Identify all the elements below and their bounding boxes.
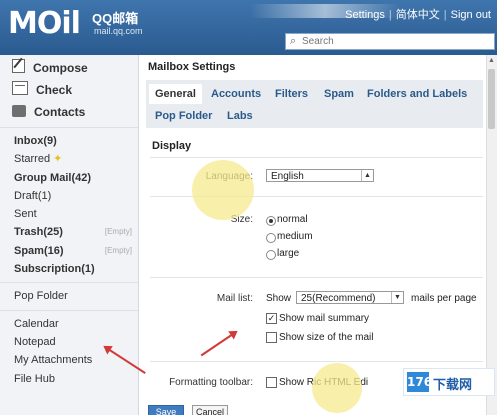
show-label: Show (266, 293, 292, 304)
contacts-icon (12, 105, 26, 117)
scrollbar[interactable]: ▲ (486, 55, 497, 415)
pop-section: Pop Folder (0, 283, 138, 311)
cancel-button[interactable]: Cancel (192, 405, 228, 415)
folder-label: Sent (14, 208, 37, 221)
page-title: Mailbox Settings (148, 61, 236, 73)
show-summary-label: Show mail summary (279, 313, 370, 324)
language-select[interactable]: English ▲ (266, 169, 374, 182)
tool-calendar[interactable]: Calendar (0, 315, 138, 333)
show-size-label: Show size of the mail (279, 332, 374, 343)
folder-starred[interactable]: Starred ✦ (0, 150, 138, 168)
size-normal-radio[interactable] (266, 216, 276, 226)
divider (150, 157, 483, 158)
tab-general[interactable]: General (149, 84, 202, 104)
divider (150, 277, 483, 278)
logo-subtitle: QQ邮箱 (92, 11, 139, 26)
folder-pop[interactable]: Pop Folder (0, 287, 138, 305)
mails-per-page-value: 25(Recommend) (301, 293, 376, 304)
save-button[interactable]: Save (148, 405, 184, 415)
watermark-text: 下载网 (433, 378, 473, 393)
size-large-radio[interactable] (266, 250, 276, 260)
settings-link[interactable]: Settings (345, 9, 385, 21)
tab-accounts[interactable]: Accounts (205, 84, 267, 104)
formatting-toolbar-label: Formatting toolbar: (169, 377, 253, 388)
compose-label: Compose (33, 61, 88, 75)
app-header: MOil QQ邮箱 mail.qq.com Settings | 简体中文 | Sign… (0, 0, 497, 55)
size-medium-label: medium (277, 231, 313, 242)
divider (150, 361, 483, 362)
contacts-button[interactable]: Contacts (0, 101, 138, 123)
folder-subscription[interactable]: Subscription(1) (0, 260, 138, 278)
size-large-label: large (277, 248, 300, 259)
tool-notepad[interactable]: Notepad (0, 333, 138, 351)
section-title: Display (152, 140, 192, 152)
mascot-decoration (192, 160, 254, 220)
check-label: Check (36, 83, 73, 97)
show-summary-checkbox[interactable]: ✓ (266, 313, 277, 324)
folder-group-mail[interactable]: Group Mail(42) (0, 169, 138, 187)
star-icon: ✦ (53, 153, 63, 166)
show-size-checkbox[interactable] (266, 332, 277, 343)
scroll-up-icon[interactable]: ▲ (488, 57, 495, 64)
sign-out-link[interactable]: Sign out (451, 9, 491, 21)
formatting-toolbar-checkbox[interactable] (266, 377, 277, 388)
folder-list: Inbox(9) Starred ✦ Group Mail(42) Draft(1… (0, 128, 138, 284)
mails-per-page-label: mails per page (411, 293, 477, 304)
tab-labs[interactable]: Labs (221, 106, 259, 126)
tab-pop-folder[interactable]: Pop Folder (149, 106, 218, 126)
check-button[interactable]: Check (0, 79, 138, 101)
watermark-box: 176 (407, 372, 432, 392)
folder-label: Group Mail(42) (14, 171, 92, 184)
language-link[interactable]: 简体中文 (396, 9, 440, 21)
mails-per-page-select[interactable]: 25(Recommend) ▼ (296, 291, 404, 304)
empty-spam-link[interactable]: [Empty] (105, 242, 132, 260)
sidebar-actions: Compose Check Contacts (0, 55, 138, 128)
folder-trash[interactable]: Trash(25) [Empty] (0, 223, 138, 241)
contacts-label: Contacts (34, 105, 86, 119)
size-normal-label: normal (277, 214, 308, 225)
tab-folders-labels[interactable]: Folders and Labels (361, 84, 473, 104)
chevron-down-icon: ▼ (391, 292, 403, 303)
tool-file-hub[interactable]: File Hub (0, 370, 138, 388)
folder-sent[interactable]: Sent (0, 205, 138, 223)
folder-label: Draft(1) (14, 189, 52, 202)
chevron-down-icon: ▲ (361, 170, 373, 181)
tools-list: Calendar Notepad My Attachments File Hub (0, 311, 138, 388)
settings-tabs: General Accounts Filters Spam Folders an… (146, 80, 483, 128)
tab-spam[interactable]: Spam (318, 84, 360, 104)
top-links: Settings | 简体中文 | Sign out (345, 9, 491, 21)
search-icon: ⌕ (290, 35, 297, 47)
folder-draft[interactable]: Draft(1) (0, 187, 138, 205)
mail-list-label: Mail list: (216, 293, 253, 304)
site-watermark: 176 下载网 (403, 368, 495, 396)
logo-url: mail.qq.com (94, 26, 143, 36)
folder-label: Trash(25) (14, 226, 63, 239)
sidebar: Compose Check Contacts Inbox(9) Starred ✦… (0, 55, 139, 415)
folder-label: Spam(16) (14, 244, 64, 257)
mascot-decoration (312, 363, 362, 413)
folder-spam[interactable]: Spam(16) [Empty] (0, 242, 138, 260)
compose-icon (12, 59, 25, 73)
tab-filters[interactable]: Filters (269, 84, 314, 104)
folder-label: Subscription(1) (14, 263, 95, 276)
language-value: English (271, 171, 304, 182)
empty-trash-link[interactable]: [Empty] (105, 223, 132, 241)
mail-icon (12, 81, 28, 95)
settings-panel: Mailbox Settings General Accounts Filter… (139, 55, 497, 415)
size-medium-radio[interactable] (266, 233, 276, 243)
folder-label: Inbox(9) (14, 135, 57, 147)
scroll-thumb[interactable] (488, 69, 495, 129)
qq-mail-logo[interactable]: MOil (8, 6, 81, 41)
compose-button[interactable]: Compose (0, 57, 138, 79)
search-input[interactable] (302, 34, 488, 48)
folder-label: Starred (14, 153, 51, 166)
folder-inbox[interactable]: Inbox(9) (0, 132, 138, 150)
search-box[interactable]: ⌕ (285, 33, 495, 50)
